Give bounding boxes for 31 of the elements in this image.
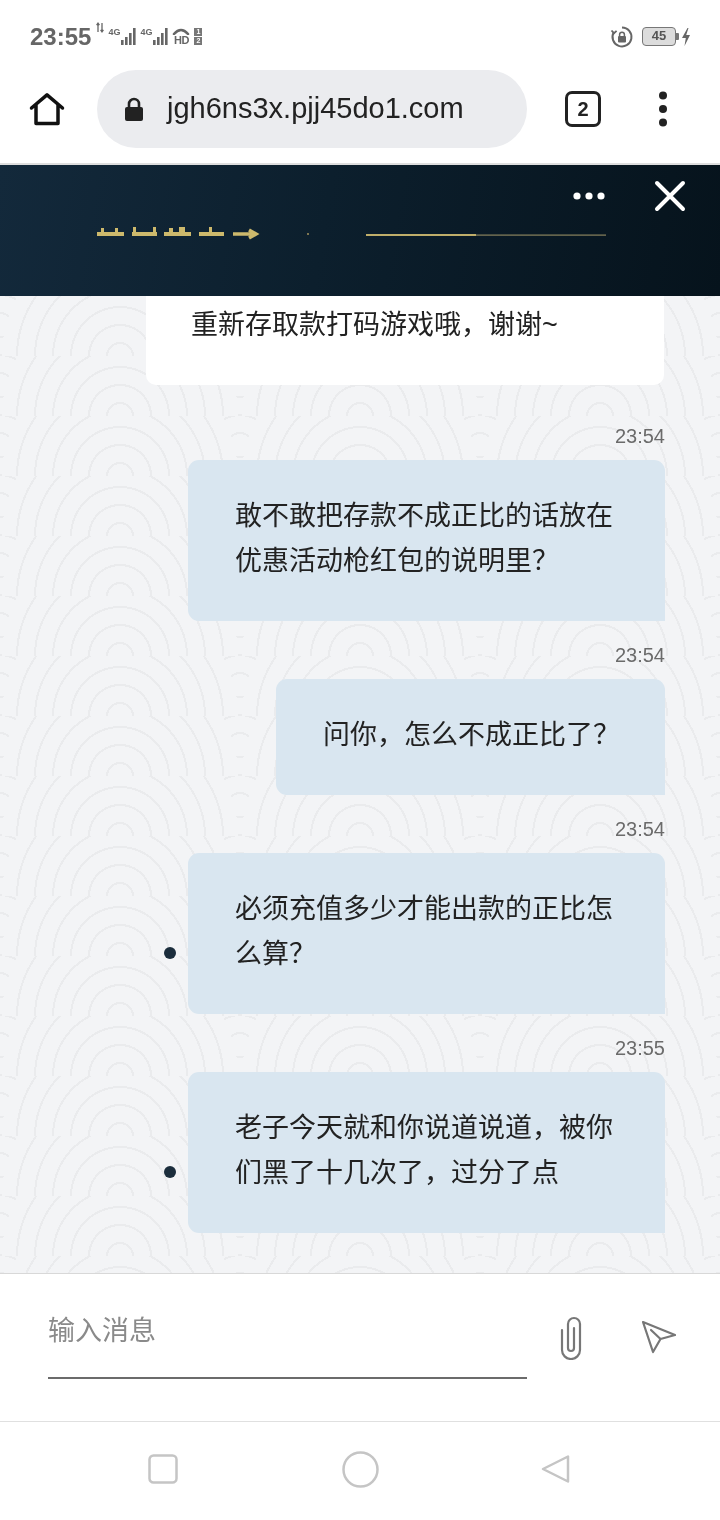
network-type-label: 4G [108,28,121,37]
signal-icon [121,28,137,45]
send-icon[interactable] [640,1319,678,1355]
close-icon[interactable] [654,180,686,212]
status-time: 23:55 [30,21,92,52]
message-time: 23:54 [614,643,665,667]
message-time: 23:54 [614,817,665,841]
message-bubble: 老子今天就和你说道说道，被你们黑了十几次了，过分了点 [188,1072,665,1233]
paperclip-icon[interactable] [558,1316,584,1360]
charging-icon [682,27,690,46]
battery-indicator: 45 [642,27,679,46]
message-input[interactable]: 输入消息 [48,1311,527,1379]
network-type-label: 4G [140,28,153,37]
lock-icon [124,97,144,121]
rotation-lock-icon [610,24,634,49]
message-bubble: 敢不敢把存款不成正比的话放在优惠活动枪红包的说明里？ [188,460,665,621]
more-icon[interactable] [573,192,605,200]
message-bubble: 必须充值多少才能出款的正比怎么算？ [188,853,665,1014]
tab-switcher-button[interactable]: 2 [565,91,601,127]
menu-icon[interactable] [659,91,667,127]
url-text: jgh6ns3x.pjj45do1.com [167,91,464,127]
message-bubble: 问你，怎么不成正比了？ [276,679,665,795]
phone-icon [172,27,191,35]
home-icon[interactable] [29,92,65,126]
hd-label: HD [173,34,189,46]
message-time: 23:54 [614,424,665,448]
message-bubble: 重新存取款打码游戏哦，谢谢~ [146,296,664,385]
data-activity-icon [96,22,105,33]
url-bar[interactable]: jgh6ns3x.pjj45do1.com [97,70,527,148]
message-time: 23:55 [614,1036,665,1060]
signal-icon [153,28,169,45]
